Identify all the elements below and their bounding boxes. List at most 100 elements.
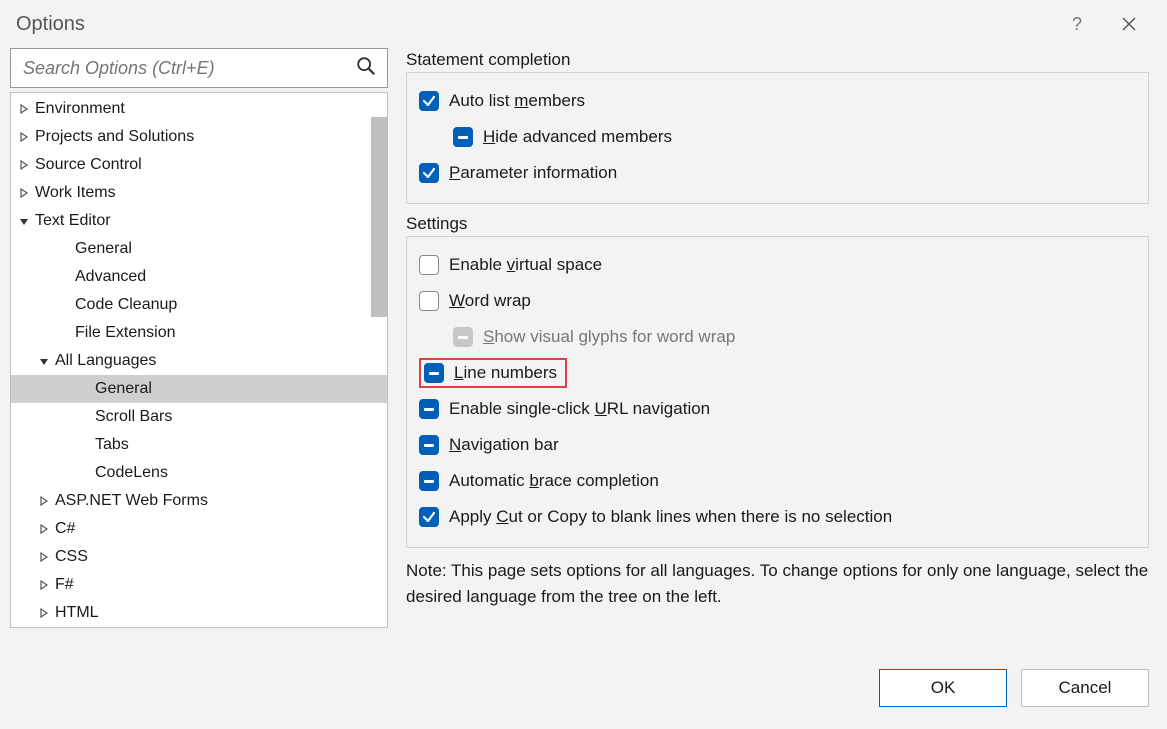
tree-item-label: CSS: [55, 548, 88, 566]
option-virtual-space[interactable]: Enable virtual space: [419, 247, 1138, 283]
expander-placeholder: [37, 298, 51, 312]
option-label: Word wrap: [449, 291, 531, 311]
tree-item[interactable]: CSS: [11, 543, 387, 571]
tree-item[interactable]: General: [11, 235, 387, 263]
expander-placeholder: [57, 438, 71, 452]
tree-item-label: F#: [55, 576, 74, 594]
chevron-right-icon[interactable]: [37, 550, 51, 564]
titlebar: Options ?: [0, 0, 1167, 48]
checkbox-unchecked-icon[interactable]: [419, 291, 439, 311]
expander-placeholder: [37, 242, 51, 256]
option-cut-copy-blank[interactable]: Apply Cut or Copy to blank lines when th…: [419, 499, 1138, 535]
chevron-right-icon[interactable]: [37, 522, 51, 536]
option-parameter-info[interactable]: Parameter information: [419, 155, 1138, 191]
expander-placeholder: [57, 466, 71, 480]
chevron-down-icon[interactable]: [17, 214, 31, 228]
option-label: Parameter information: [449, 163, 617, 183]
note-text: Note: This page sets options for all lan…: [406, 558, 1149, 609]
ok-button[interactable]: OK: [879, 669, 1007, 707]
option-word-wrap[interactable]: Word wrap: [419, 283, 1138, 319]
tree-item-label: C#: [55, 520, 75, 538]
window-title: Options: [16, 13, 85, 36]
tree-item[interactable]: HTML: [11, 599, 387, 627]
cancel-button[interactable]: Cancel: [1021, 669, 1149, 707]
tree-item[interactable]: Text Editor: [11, 207, 387, 235]
group-settings: Enable virtual space Word wrap Show visu…: [406, 236, 1149, 548]
checkbox-indeterminate-icon[interactable]: [424, 363, 444, 383]
expander-placeholder: [37, 326, 51, 340]
chevron-right-icon[interactable]: [17, 130, 31, 144]
option-show-glyphs: Show visual glyphs for word wrap: [419, 319, 1138, 355]
option-label: Line numbers: [454, 363, 557, 383]
tree-item-label: HTML: [55, 604, 99, 622]
tree-item-label: General: [95, 380, 152, 398]
option-brace-completion[interactable]: Automatic brace completion: [419, 463, 1138, 499]
tree-item[interactable]: File Extension: [11, 319, 387, 347]
expander-placeholder: [37, 270, 51, 284]
search-icon[interactable]: [355, 55, 377, 81]
checkbox-checked-icon[interactable]: [419, 163, 439, 183]
option-hide-advanced[interactable]: Hide advanced members: [419, 119, 1138, 155]
tree-item-label: Scroll Bars: [95, 408, 172, 426]
tree-item[interactable]: Tabs: [11, 431, 387, 459]
tree-item[interactable]: Work Items: [11, 179, 387, 207]
tree-item-label: ASP.NET Web Forms: [55, 492, 208, 510]
tree-item[interactable]: CodeLens: [11, 459, 387, 487]
expander-placeholder: [57, 410, 71, 424]
option-label: Hide advanced members: [483, 127, 672, 147]
chevron-right-icon[interactable]: [37, 494, 51, 508]
tree-item[interactable]: F#: [11, 571, 387, 599]
option-auto-list-members[interactable]: Auto list members: [419, 83, 1138, 119]
checkbox-indeterminate-icon[interactable]: [419, 399, 439, 419]
option-label: Navigation bar: [449, 435, 559, 455]
tree-scrollbar[interactable]: [371, 117, 387, 317]
chevron-right-icon[interactable]: [17, 102, 31, 116]
tree-item[interactable]: C#: [11, 515, 387, 543]
checkbox-disabled-icon: [453, 327, 473, 347]
help-button[interactable]: ?: [1055, 4, 1099, 44]
checkbox-unchecked-icon[interactable]: [419, 255, 439, 275]
tree-item-label: Projects and Solutions: [35, 128, 194, 146]
tree-item[interactable]: Code Cleanup: [11, 291, 387, 319]
chevron-down-icon[interactable]: [37, 354, 51, 368]
chevron-right-icon[interactable]: [37, 606, 51, 620]
tree-item-label: Text Editor: [35, 212, 111, 230]
tree-item-label: Work Items: [35, 184, 116, 202]
checkbox-indeterminate-icon[interactable]: [419, 435, 439, 455]
option-line-numbers[interactable]: Line numbers: [419, 355, 1138, 391]
tree-item[interactable]: Projects and Solutions: [11, 123, 387, 151]
tree-item[interactable]: Advanced: [11, 263, 387, 291]
checkbox-checked-icon[interactable]: [419, 91, 439, 111]
option-label: Enable virtual space: [449, 255, 602, 275]
tree-item[interactable]: Source Control: [11, 151, 387, 179]
tree-item[interactable]: ASP.NET Web Forms: [11, 487, 387, 515]
option-label: Automatic brace completion: [449, 471, 659, 491]
checkbox-indeterminate-icon[interactable]: [453, 127, 473, 147]
option-label: Show visual glyphs for word wrap: [483, 327, 735, 347]
checkbox-indeterminate-icon[interactable]: [419, 471, 439, 491]
expander-placeholder: [57, 382, 71, 396]
tree-item-label: Tabs: [95, 436, 129, 454]
chevron-right-icon[interactable]: [17, 186, 31, 200]
option-label: Apply Cut or Copy to blank lines when th…: [449, 507, 892, 527]
search-box[interactable]: [10, 48, 388, 88]
tree-item-label: General: [75, 240, 132, 258]
tree-item-label: Environment: [35, 100, 125, 118]
tree-item[interactable]: Environment: [11, 95, 387, 123]
tree-item[interactable]: General: [11, 375, 387, 403]
group-title-settings: Settings: [406, 214, 1149, 234]
chevron-right-icon[interactable]: [37, 578, 51, 592]
tree-item-label: Advanced: [75, 268, 146, 286]
chevron-right-icon[interactable]: [17, 158, 31, 172]
group-title-statement: Statement completion: [406, 50, 1149, 70]
tree-item-label: Source Control: [35, 156, 142, 174]
option-navigation-bar[interactable]: Navigation bar: [419, 427, 1138, 463]
search-input[interactable]: [21, 57, 355, 80]
option-url-navigation[interactable]: Enable single-click URL navigation: [419, 391, 1138, 427]
close-button[interactable]: [1107, 4, 1151, 44]
tree-item-label: File Extension: [75, 324, 176, 342]
tree-item[interactable]: Scroll Bars: [11, 403, 387, 431]
checkbox-checked-icon[interactable]: [419, 507, 439, 527]
options-tree: Environment Projects and Solutions Source …: [10, 92, 388, 628]
tree-item[interactable]: All Languages: [11, 347, 387, 375]
